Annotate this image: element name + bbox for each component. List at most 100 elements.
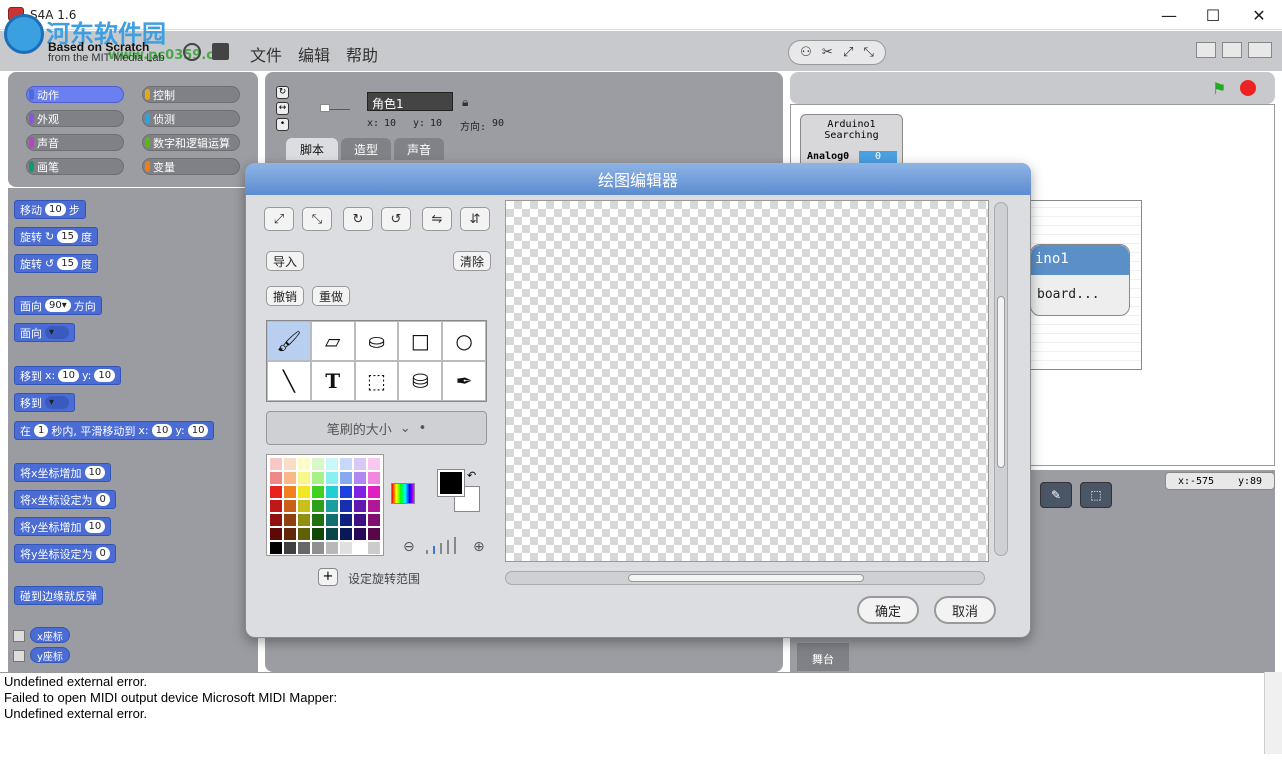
zoom-level-3[interactable] — [440, 543, 442, 554]
tab-sounds[interactable]: 声音 — [394, 138, 444, 160]
color-swatch[interactable] — [298, 528, 310, 540]
color-swatch[interactable] — [312, 514, 324, 526]
color-swatch[interactable] — [354, 542, 366, 554]
set-rotation-center-label[interactable]: 设定旋转范围 — [348, 570, 420, 587]
color-swatch[interactable] — [270, 514, 282, 526]
rectangle-icon[interactable]: □ — [398, 321, 443, 361]
set-rotation-center-icon[interactable]: + — [318, 568, 338, 586]
stage-thumbnail[interactable]: 舞台 — [797, 643, 849, 671]
color-swatch[interactable] — [298, 472, 310, 484]
color-swatch[interactable] — [312, 542, 324, 554]
color-swatch[interactable] — [270, 542, 282, 554]
fill-bucket-icon[interactable]: ⛀ — [354, 321, 399, 361]
color-swatch[interactable] — [312, 472, 324, 484]
ok-button[interactable]: 确定 — [857, 596, 919, 624]
color-swatch[interactable] — [284, 500, 296, 512]
block-turn-ccw[interactable]: 旋转 ↺ 15 度 — [14, 254, 98, 273]
color-swatch[interactable] — [354, 472, 366, 484]
maximize-button[interactable]: ☐ — [1190, 0, 1236, 30]
foreground-color-swatch[interactable] — [437, 469, 465, 497]
shrink-icon[interactable]: ⤡ — [864, 45, 874, 60]
color-swatch[interactable] — [298, 486, 310, 498]
import-button[interactable]: 导入 — [266, 251, 305, 271]
category-5[interactable]: 数字和逻辑运算 — [142, 134, 240, 151]
zoom-level-5[interactable] — [454, 537, 456, 554]
color-swatch[interactable] — [284, 458, 296, 470]
swap-colors-icon[interactable]: ↶ — [467, 469, 476, 482]
block-point-towards[interactable]: 面向 ▾ — [14, 323, 75, 342]
zoom-level-4[interactable] — [447, 540, 449, 554]
color-swatch[interactable] — [340, 500, 352, 512]
cancel-button[interactable]: 取消 — [934, 596, 996, 624]
dropdown-icon[interactable]: ▾ — [45, 326, 69, 339]
block-glide[interactable]: 在 1 秒内, 平滑移动到 x: 10 y: 10 — [14, 421, 215, 440]
color-swatch[interactable] — [326, 458, 338, 470]
color-swatch[interactable] — [368, 514, 380, 526]
lock-icon[interactable]: 🔒︎ — [462, 95, 468, 110]
color-swatch[interactable] — [340, 514, 352, 526]
color-swatch[interactable] — [312, 458, 324, 470]
color-swatch[interactable] — [284, 542, 296, 554]
color-swatch[interactable] — [326, 528, 338, 540]
color-picker-icon[interactable] — [391, 483, 415, 504]
tab-costumes[interactable]: 造型 — [341, 138, 391, 160]
color-swatch[interactable] — [354, 458, 366, 470]
rotate-ccw-icon[interactable]: ↺ — [381, 207, 411, 231]
grow-icon[interactable]: ⤢ — [843, 45, 853, 60]
zoom-level-1[interactable] — [426, 550, 428, 554]
color-swatch[interactable] — [368, 472, 380, 484]
category-3[interactable]: 侦测 — [142, 110, 240, 127]
color-swatch[interactable] — [312, 500, 324, 512]
grow-icon[interactable]: ⤢ — [264, 207, 294, 231]
color-swatch[interactable] — [326, 472, 338, 484]
color-swatch[interactable] — [284, 528, 296, 540]
menu-help[interactable]: 帮助 — [346, 42, 378, 66]
rotation-style-none-icon[interactable]: • — [276, 118, 289, 131]
color-swatch[interactable] — [340, 458, 352, 470]
delete-icon[interactable]: ✂ — [822, 45, 833, 60]
color-swatch[interactable] — [368, 500, 380, 512]
undo-button[interactable]: 撤销 — [266, 286, 305, 306]
block-turn-cw[interactable]: 旋转 ↻ 15 度 — [14, 227, 98, 246]
paint-canvas[interactable] — [505, 200, 989, 562]
block-set-x[interactable]: 将x坐标设定为 0 — [14, 490, 116, 509]
minimize-button[interactable]: — — [1146, 0, 1192, 30]
color-swatch[interactable] — [368, 542, 380, 554]
color-swatch[interactable] — [340, 528, 352, 540]
zoom-in-icon[interactable]: ⊕ — [473, 539, 485, 555]
shrink-icon[interactable]: ⤡ — [302, 207, 332, 231]
choose-sprite-icon[interactable]: ⬚ — [1080, 482, 1112, 508]
duplicate-icon[interactable]: ⚇ — [800, 45, 812, 60]
block-goto[interactable]: 移到 ▾ — [14, 393, 75, 412]
clear-button[interactable]: 清除 — [453, 251, 492, 271]
stop-icon[interactable] — [1240, 80, 1256, 96]
block-set-y[interactable]: 将y坐标设定为 0 — [14, 544, 116, 563]
console-scrollbar[interactable] — [1264, 672, 1282, 754]
category-0[interactable]: 动作 — [26, 86, 124, 103]
color-swatch[interactable] — [368, 458, 380, 470]
tab-scripts[interactable]: 脚本 — [286, 138, 338, 160]
color-swatch[interactable] — [270, 458, 282, 470]
color-swatch[interactable] — [284, 472, 296, 484]
category-2[interactable]: 外观 — [26, 110, 124, 127]
color-swatch[interactable] — [354, 514, 366, 526]
block-bounce[interactable]: 碰到边缘就反弹 — [14, 586, 103, 605]
line-icon[interactable]: ╲ — [267, 361, 311, 401]
block-point-direction[interactable]: 面向 90▾ 方向 — [14, 296, 102, 315]
language-globe-icon[interactable] — [183, 43, 201, 61]
color-swatch[interactable] — [340, 486, 352, 498]
rotation-style-rotate-icon[interactable]: ↻ — [276, 86, 289, 99]
menu-edit[interactable]: 编辑 — [298, 42, 330, 66]
reporter-y-position[interactable]: y座标 — [30, 647, 70, 663]
select-icon[interactable]: ⬚ — [354, 361, 399, 401]
color-swatch[interactable] — [354, 486, 366, 498]
block-change-x[interactable]: 将x坐标增加 10 — [14, 463, 112, 482]
color-swatch[interactable] — [312, 528, 324, 540]
eraser-icon[interactable]: ▱ — [310, 321, 355, 361]
color-swatch[interactable] — [298, 514, 310, 526]
color-swatch[interactable] — [368, 528, 380, 540]
rotate-cw-icon[interactable]: ↻ — [343, 207, 373, 231]
color-swatch[interactable] — [298, 458, 310, 470]
block-goto-xy[interactable]: 移到 x: 10 y: 10 — [14, 366, 122, 385]
redo-button[interactable]: 重做 — [312, 286, 351, 306]
